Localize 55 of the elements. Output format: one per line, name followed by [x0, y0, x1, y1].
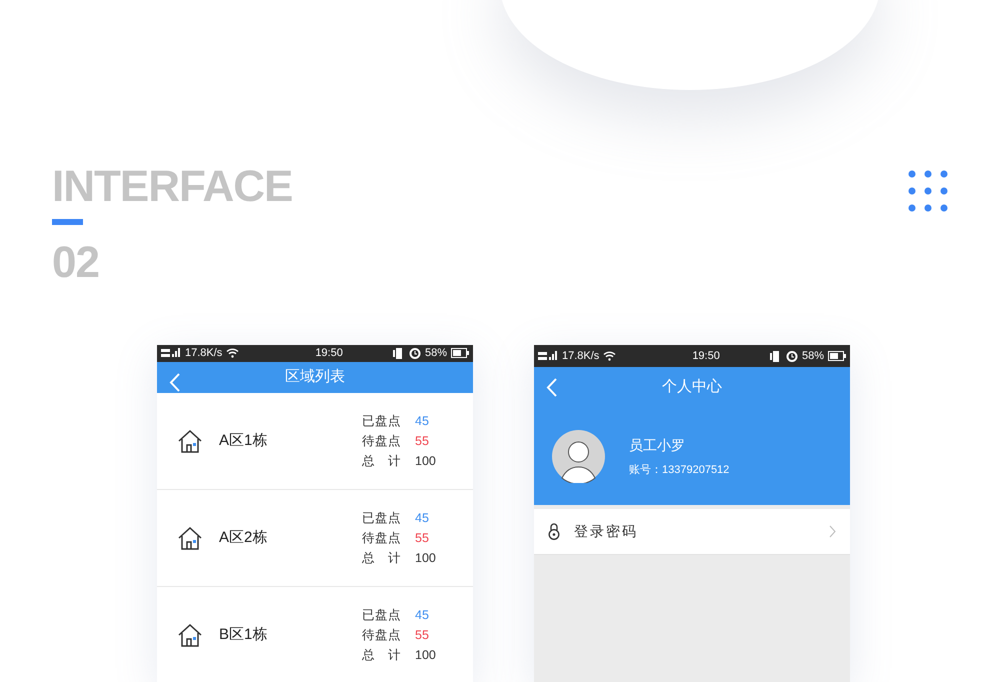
- stat-value: 55: [415, 530, 430, 547]
- wifi-icon: [603, 351, 616, 361]
- battery-icon: [828, 351, 846, 361]
- clock-time: 19:50: [692, 348, 720, 364]
- house-icon: [177, 429, 203, 453]
- battery-percent: 58%: [424, 346, 447, 362]
- accent-bar: [52, 219, 83, 225]
- area-name: B区1栋: [219, 624, 268, 645]
- section-number: 02: [52, 241, 99, 285]
- clock-time: 19:50: [315, 346, 343, 362]
- stat-label: 总 计: [362, 453, 401, 470]
- house-icon: [177, 623, 203, 647]
- chevron-right-icon: [829, 525, 836, 538]
- house-icon: [177, 526, 203, 550]
- stat-value: 55: [415, 433, 430, 450]
- vibrate-icon: [392, 348, 405, 359]
- stat-label: 待盘点: [362, 530, 401, 547]
- stat-label: 已盘点: [362, 510, 401, 527]
- battery-icon: [451, 348, 469, 358]
- battery-percent: 58%: [802, 348, 824, 364]
- dot-grid-icon: [908, 170, 948, 212]
- stat-label: 已盘点: [362, 413, 401, 430]
- stat-value: 100: [415, 550, 437, 567]
- area-row[interactable]: A区2栋 已盘点 45 待盘点 55 总 计 100: [157, 490, 473, 587]
- stat-label: 总 计: [362, 550, 401, 567]
- screen-title: 个人中心: [662, 377, 722, 398]
- screen-title: 区域列表: [285, 367, 345, 388]
- vibrate-icon: [770, 350, 782, 362]
- stat-value: 100: [415, 453, 437, 470]
- area-row[interactable]: B区1栋 已盘点 45 待盘点 55 总 计 100: [157, 587, 473, 682]
- menu-label: 登录密码: [574, 522, 638, 541]
- stat-value: 45: [415, 607, 430, 624]
- back-icon[interactable]: [169, 372, 181, 392]
- signal-icon: [538, 350, 558, 362]
- area-row[interactable]: A区1栋 已盘点 45 待盘点 55 总 计 100: [157, 393, 473, 490]
- network-speed: 17.8K/s: [562, 348, 600, 364]
- stat-value: 100: [415, 647, 437, 664]
- section-title: INTERFACE: [52, 165, 292, 209]
- area-name: A区1栋: [219, 430, 268, 451]
- network-speed: 17.8K/s: [185, 346, 222, 362]
- lock-icon: [548, 523, 560, 540]
- wifi-icon: [226, 348, 240, 358]
- signal-icon: [161, 348, 181, 359]
- stat-value: 45: [415, 413, 430, 430]
- stat-label: 待盘点: [362, 433, 401, 450]
- account-number: 账号：13379207512: [629, 462, 730, 478]
- stat-label: 待盘点: [362, 627, 401, 644]
- back-icon[interactable]: [546, 378, 558, 397]
- stat-label: 已盘点: [362, 607, 401, 624]
- stat-value: 55: [415, 627, 430, 644]
- stat-label: 总 计: [362, 647, 401, 664]
- user-name: 员工小罗: [629, 436, 686, 455]
- area-name: A区2栋: [219, 528, 268, 548]
- avatar-silhouette: [552, 430, 605, 483]
- stat-value: 45: [415, 510, 430, 527]
